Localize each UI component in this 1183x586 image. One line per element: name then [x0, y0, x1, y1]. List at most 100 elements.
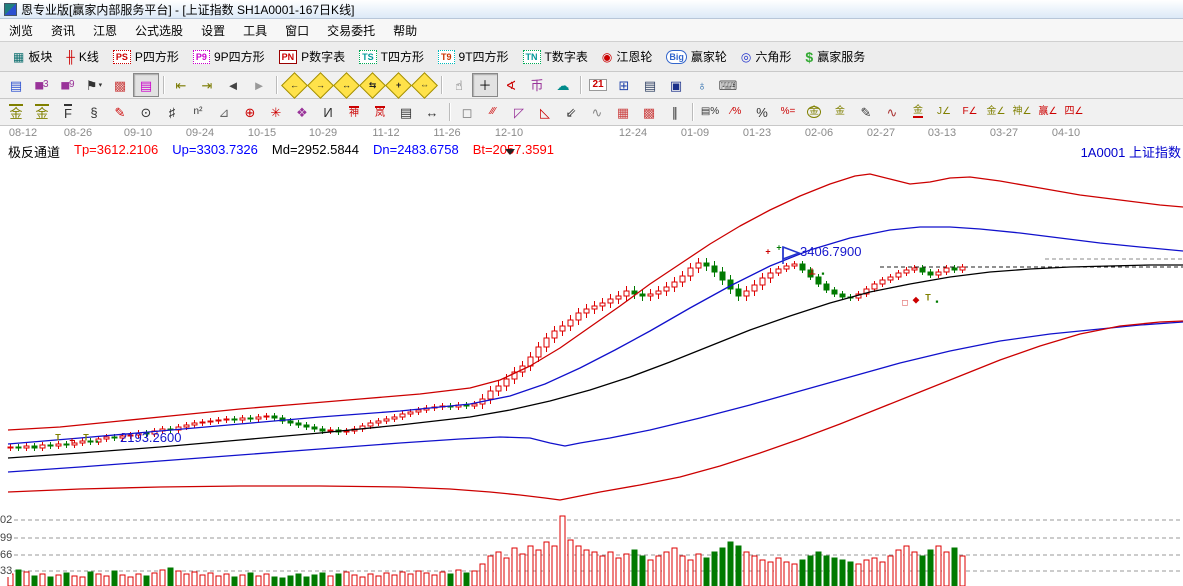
notes-icon[interactable]: ▤	[3, 73, 29, 97]
network-icon[interactable]: ♁	[689, 73, 715, 97]
gold-underline-icon[interactable]: 金	[905, 100, 931, 124]
calendar-icon[interactable]: 21	[585, 73, 611, 97]
tab-sector[interactable]: ▦板块	[6, 46, 59, 67]
gann-clock-icon[interactable]: ⊙	[133, 100, 159, 124]
wave-icon[interactable]: ∿	[584, 100, 610, 124]
pan-icon[interactable]: +	[385, 73, 411, 97]
last-bar-icon[interactable]: ⇥	[194, 73, 220, 97]
box-tool-icon[interactable]: ◻	[454, 100, 480, 124]
tab-9p-square[interactable]: P99P四方形	[186, 46, 272, 67]
menu-帮助[interactable]: 帮助	[384, 20, 426, 41]
n-square-icon[interactable]: n²	[185, 100, 211, 124]
menu-公式选股[interactable]: 公式选股	[126, 20, 192, 41]
angle-measure-icon[interactable]: ∢	[498, 73, 524, 97]
percent-strike-icon[interactable]: ∕%	[723, 100, 749, 124]
print-icon[interactable]: ⌨	[715, 73, 741, 97]
bars-3-icon[interactable]: ▅3	[29, 73, 55, 97]
n-mark-icon[interactable]: И	[315, 100, 341, 124]
menu-窗口[interactable]: 窗口	[276, 20, 318, 41]
indicator-value: Dn=2483.6758	[373, 142, 459, 161]
arrow-fan-icon[interactable]: ⇙	[558, 100, 584, 124]
tab-p-square[interactable]: PSP四方形	[106, 46, 186, 67]
tab-p-table[interactable]: PNP数字表	[272, 46, 353, 67]
gann-gold-ruler2-icon[interactable]: 金	[29, 100, 55, 124]
prev-bar-icon[interactable]: ◄	[220, 73, 246, 97]
menu-交易委托[interactable]: 交易委托	[318, 20, 384, 41]
tab-t-square[interactable]: TST四方形	[352, 46, 431, 67]
gold-angle-icon-glyph: 金∠	[987, 107, 1006, 117]
next-bar-icon[interactable]: ►	[246, 73, 272, 97]
grid-tool-icon[interactable]: ▦	[610, 100, 636, 124]
fan-lines-icon[interactable]: ∕∕∕	[480, 100, 506, 124]
cloud-tool-icon[interactable]: ☁	[550, 73, 576, 97]
tab-kline[interactable]: ╫K线	[59, 46, 106, 67]
fib-ruler-icon[interactable]: F	[55, 100, 81, 124]
gann-shape-icon[interactable]: 币	[524, 73, 550, 97]
win-angle-icon[interactable]: 赢∠	[1035, 100, 1061, 124]
ruler-123-icon[interactable]: ▤	[393, 100, 419, 124]
fan-box2-icon[interactable]: ◺	[532, 100, 558, 124]
percent-lines-icon[interactable]: %=	[775, 100, 801, 124]
gold-angle-icon[interactable]: 金∠	[983, 100, 1009, 124]
width-measure-icon[interactable]: ↔	[419, 100, 445, 124]
j-angle-icon[interactable]: J∠	[931, 100, 957, 124]
compress-icon[interactable]: ⇆	[359, 73, 385, 97]
shift-left-icon[interactable]: ←	[281, 73, 307, 97]
date-tick: 02-06	[805, 127, 833, 139]
menu-资讯[interactable]: 资讯	[42, 20, 84, 41]
tab-winner-service[interactable]: $赢家服务	[798, 46, 872, 67]
save-icon[interactable]: ▣	[663, 73, 689, 97]
brush-icon[interactable]: ✎	[107, 100, 133, 124]
calculator-icon[interactable]: ⊞	[611, 73, 637, 97]
angle-flag-icon[interactable]: ⊿	[211, 100, 237, 124]
tab-p-table-icon: PN	[279, 50, 298, 64]
expand-icon[interactable]: ⇔	[411, 73, 437, 97]
tab-gann-wheel[interactable]: ◉江恩轮	[595, 46, 660, 67]
spiral-icon[interactable]: §	[81, 100, 107, 124]
percent-list-icon[interactable]: ▤%	[697, 100, 723, 124]
pattern-box-icon[interactable]: ▩	[107, 73, 133, 97]
percent-icon[interactable]: %	[749, 100, 775, 124]
hand-tool-icon[interactable]: ☝	[446, 73, 472, 97]
kline-chart-area[interactable]: 极反通道 Tp=3612.2106Up=3303.7326Md=2952.584…	[0, 141, 1183, 586]
menu-工具[interactable]: 工具	[234, 20, 276, 41]
four-angle-icon[interactable]: 四∠	[1061, 100, 1087, 124]
f-angle-icon[interactable]: F∠	[957, 100, 983, 124]
wave-channel-icon[interactable]: ∿	[879, 100, 905, 124]
color-histogram-icon[interactable]: ▤	[133, 73, 159, 97]
title-bar: 恩专业版[赢家内部服务平台] - [上证指数 SH1A0001-167日K线]	[0, 0, 1183, 19]
bars-9-icon[interactable]: ▅9	[55, 73, 81, 97]
first-bar-icon[interactable]: ⇤	[168, 73, 194, 97]
flag-icon[interactable]: ⚑▾	[81, 73, 107, 97]
crosshair-tool-icon[interactable]: ＋	[472, 73, 498, 97]
shift-right-icon[interactable]: →	[307, 73, 333, 97]
target-icon[interactable]: ⊕	[237, 100, 263, 124]
gold-circle-icon[interactable]: 金	[801, 100, 827, 124]
gold-lines-icon[interactable]: 金	[827, 100, 853, 124]
fan-box-icon[interactable]: ◸	[506, 100, 532, 124]
menu-浏览[interactable]: 浏览	[0, 20, 42, 41]
print-icon-glyph: ⌨	[719, 79, 738, 92]
lan-ruler-icon[interactable]: 岚	[367, 100, 393, 124]
ruler-icon[interactable]: ♯	[159, 100, 185, 124]
boxed-web-icon[interactable]: ❖	[289, 100, 315, 124]
menu-设置[interactable]: 设置	[192, 20, 234, 41]
tab-winner-wheel[interactable]: Big赢家轮	[659, 46, 734, 67]
notepad-icon[interactable]: ▤	[637, 73, 663, 97]
star-web-icon[interactable]: ✳	[263, 100, 289, 124]
pen-bars-icon[interactable]: ✎	[853, 100, 879, 124]
shen-ruler-icon[interactable]: 神	[341, 100, 367, 124]
parallel-lines-icon[interactable]: ∥	[662, 100, 688, 124]
price-volume-plot[interactable]	[0, 141, 1183, 586]
menu-江恩[interactable]: 江恩	[84, 20, 126, 41]
grid-arrow-icon[interactable]: ▩	[636, 100, 662, 124]
app-window: { "window": { "title": "恩专业版[赢家内部服务平台] -…	[0, 0, 1183, 586]
date-tick: 09-24	[186, 127, 214, 139]
date-tick: 08-26	[64, 127, 92, 139]
tab-hexagon[interactable]: ◎六角形	[734, 46, 799, 67]
gann-gold-ruler-icon[interactable]: 金	[3, 100, 29, 124]
tab-9t-square[interactable]: T99T四方形	[431, 46, 516, 67]
zoom-out-icon[interactable]: ↔	[333, 73, 359, 97]
tab-t-table[interactable]: TNT数字表	[516, 46, 595, 67]
shen-angle-icon[interactable]: 神∠	[1009, 100, 1035, 124]
